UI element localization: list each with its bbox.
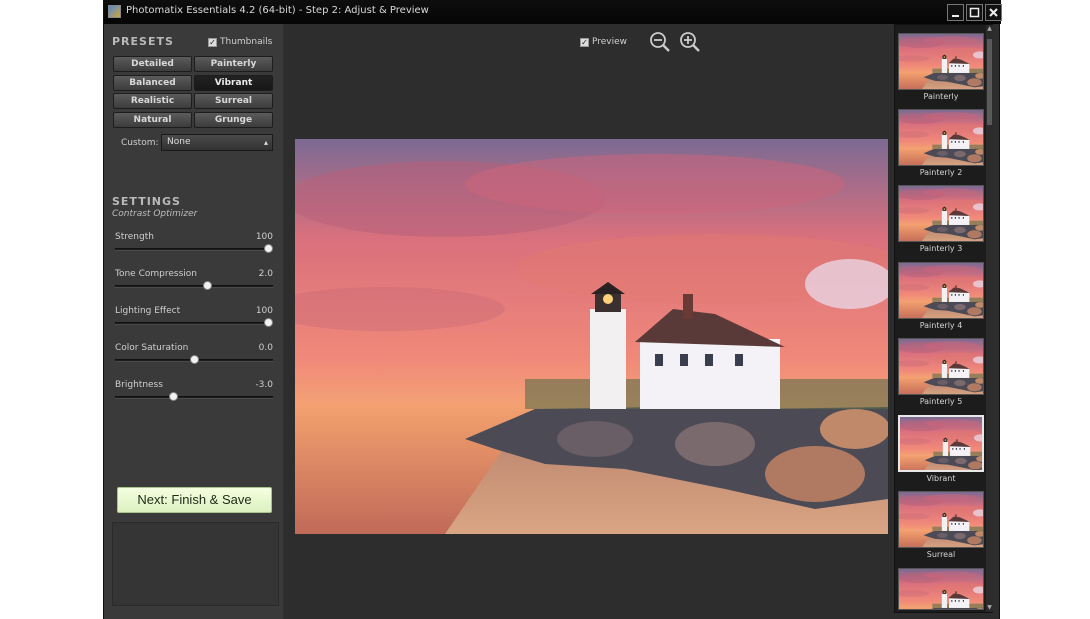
custom-select-value: None bbox=[167, 137, 191, 147]
thumbnail-image[interactable] bbox=[898, 33, 984, 90]
strength-slider[interactable]: Strength 100 bbox=[115, 232, 273, 262]
thumbnail-label: Painterly 3 bbox=[919, 244, 963, 253]
thumbnail-label: Painterly 2 bbox=[919, 168, 963, 177]
thumbnail-painterly-5[interactable]: Painterly 5 bbox=[898, 338, 984, 406]
checkbox-check-icon[interactable]: ✓ bbox=[580, 38, 589, 47]
thumbnail-label: Surreal bbox=[926, 550, 956, 559]
preset-painterly-button[interactable]: Painterly bbox=[194, 56, 273, 72]
next-finish-save-button[interactable]: Next: Finish & Save bbox=[117, 487, 272, 513]
custom-preset-select[interactable]: None ▴ bbox=[161, 134, 273, 151]
slider-knob[interactable] bbox=[202, 281, 212, 290]
photomatix-window: Photomatix Essentials 4.2 (64-bit) - Ste… bbox=[103, 0, 1002, 619]
slider-track[interactable] bbox=[115, 396, 273, 399]
thumbnail-surreal[interactable]: Surreal bbox=[898, 491, 984, 559]
preview-image bbox=[295, 139, 888, 534]
window-title: Photomatix Essentials 4.2 (64-bit) - Ste… bbox=[126, 5, 429, 16]
thumbnail-label: Painterly bbox=[923, 92, 959, 101]
slider-label: Tone Compression bbox=[115, 269, 197, 279]
thumbnail-image[interactable] bbox=[898, 185, 984, 242]
preset-grunge-button[interactable]: Grunge bbox=[194, 112, 273, 128]
updown-arrow-icon: ▴ bbox=[263, 138, 268, 147]
scroll-down-icon[interactable]: ▼ bbox=[986, 604, 993, 612]
checkbox-check-icon[interactable]: ✓ bbox=[208, 38, 217, 47]
slider-value: -3.0 bbox=[255, 380, 273, 390]
title-bar: Photomatix Essentials 4.2 (64-bit) - Ste… bbox=[104, 0, 1002, 24]
slider-label: Lighting Effect bbox=[115, 306, 181, 316]
slider-label: Strength bbox=[115, 232, 154, 242]
thumbnail-painterly-4[interactable]: Painterly 4 bbox=[898, 262, 984, 330]
slider-label: Brightness bbox=[115, 380, 163, 390]
slider-value: 100 bbox=[255, 306, 273, 316]
lighting-effect-slider[interactable]: Lighting Effect 100 bbox=[115, 306, 273, 336]
slider-track[interactable] bbox=[115, 248, 273, 251]
preview-label: Preview bbox=[592, 37, 628, 47]
thumbnail-painterly[interactable]: Painterly bbox=[898, 33, 984, 101]
slider-value: 100 bbox=[255, 232, 273, 242]
scroll-up-icon[interactable]: ▲ bbox=[986, 25, 993, 33]
thumbnail-image[interactable] bbox=[898, 262, 984, 319]
left-panel: PRESETS ✓ Thumbnails Detailed Painterly B… bbox=[104, 24, 283, 619]
thumbnail-next[interactable] bbox=[898, 568, 984, 610]
minimize-icon[interactable] bbox=[947, 4, 964, 21]
slider-knob[interactable] bbox=[168, 392, 178, 401]
slider-knob[interactable] bbox=[189, 355, 199, 364]
scrollbar-thumb[interactable] bbox=[987, 39, 992, 125]
slider-knob[interactable] bbox=[264, 244, 273, 253]
thumbnail-vibrant[interactable]: Vibrant bbox=[898, 415, 984, 483]
thumbnail-painterly-3[interactable]: Painterly 3 bbox=[898, 185, 984, 253]
color-saturation-slider[interactable]: Color Saturation 0.0 bbox=[115, 343, 273, 373]
thumbnail-image[interactable] bbox=[898, 338, 984, 395]
preset-surreal-button[interactable]: Surreal bbox=[194, 93, 273, 109]
zoom-out-icon[interactable] bbox=[648, 30, 672, 54]
app-icon bbox=[108, 5, 121, 18]
zoom-in-icon[interactable] bbox=[678, 30, 702, 54]
slider-value: 2.0 bbox=[258, 269, 273, 279]
slider-value: 0.0 bbox=[258, 343, 273, 353]
settings-subheading: Contrast Optimizer bbox=[112, 209, 198, 219]
preset-vibrant-button[interactable]: Vibrant bbox=[194, 75, 273, 91]
thumbnail-painterly-2[interactable]: Painterly 2 bbox=[898, 109, 984, 177]
thumbnail-scrollbar[interactable]: ▲ ▼ bbox=[986, 25, 993, 612]
thumbnail-label: Vibrant bbox=[926, 474, 956, 483]
brightness-slider[interactable]: Brightness -3.0 bbox=[115, 380, 273, 410]
close-icon[interactable] bbox=[985, 4, 1002, 21]
tone-compression-slider[interactable]: Tone Compression 2.0 bbox=[115, 269, 273, 299]
slider-label: Color Saturation bbox=[115, 343, 189, 353]
thumbnail-image[interactable] bbox=[898, 491, 984, 548]
thumbnail-image[interactable] bbox=[898, 109, 984, 166]
preset-realistic-button[interactable]: Realistic bbox=[113, 93, 192, 109]
thumbnail-image[interactable] bbox=[898, 568, 984, 610]
thumbnail-label: Painterly 5 bbox=[919, 397, 963, 406]
info-panel bbox=[112, 522, 279, 606]
slider-track[interactable] bbox=[115, 285, 273, 288]
preset-natural-button[interactable]: Natural bbox=[113, 112, 192, 128]
preset-balanced-button[interactable]: Balanced bbox=[113, 75, 192, 91]
slider-knob[interactable] bbox=[264, 318, 273, 327]
presets-heading: PRESETS bbox=[112, 35, 174, 48]
preset-detailed-button[interactable]: Detailed bbox=[113, 56, 192, 72]
settings-heading: SETTINGS bbox=[112, 195, 181, 208]
thumbnail-strip: Painterly Painterly 2 Painterly 3 Painte… bbox=[894, 24, 993, 613]
slider-track[interactable] bbox=[115, 322, 273, 325]
maximize-icon[interactable] bbox=[966, 4, 983, 21]
preview-checkbox[interactable]: ✓ Preview bbox=[580, 37, 627, 47]
thumbnails-checkbox[interactable]: ✓ Thumbnails bbox=[208, 37, 272, 47]
thumbnail-image[interactable] bbox=[898, 415, 984, 472]
custom-label: Custom: bbox=[121, 138, 159, 148]
thumbnails-label: Thumbnails bbox=[220, 37, 273, 47]
thumbnail-label: Painterly 4 bbox=[919, 321, 963, 330]
